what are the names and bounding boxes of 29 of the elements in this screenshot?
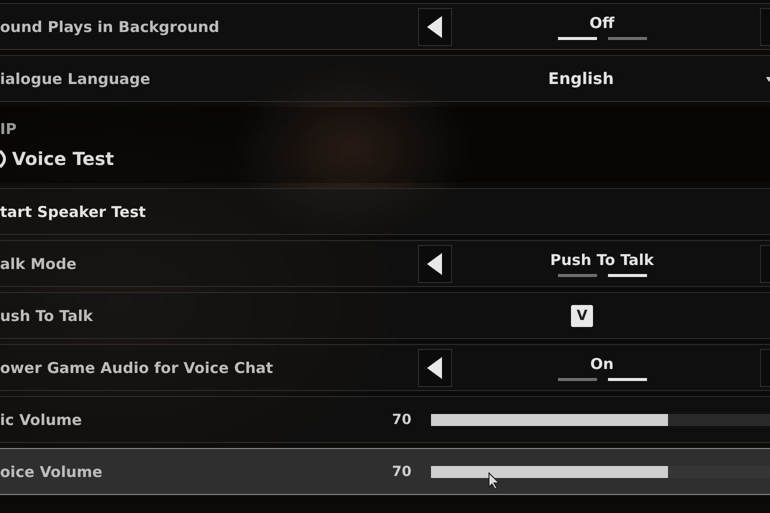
previous-button[interactable] xyxy=(418,244,452,282)
caret-icon xyxy=(766,74,770,82)
slider-track[interactable] xyxy=(431,414,770,426)
setting-label: oice Volume xyxy=(0,462,104,480)
setting-label: ound Plays in Background xyxy=(0,18,220,36)
dropdown-value[interactable]: English xyxy=(548,69,614,88)
left-triangle-icon xyxy=(427,252,443,274)
previous-button[interactable] xyxy=(418,8,452,46)
slider-track[interactable] xyxy=(431,466,770,478)
setting-label: ialogue Language xyxy=(0,70,152,88)
option-value: On xyxy=(590,354,614,372)
option-value: Off xyxy=(590,14,614,32)
setting-label: tart Speaker Test xyxy=(0,202,147,220)
section-title: IP xyxy=(0,120,18,138)
previous-button[interactable] xyxy=(418,348,452,386)
action-row[interactable]: tart Speaker Test xyxy=(0,188,770,235)
setting-label: ic Volume xyxy=(0,410,83,428)
setting-label: ush To Talk xyxy=(0,306,94,324)
key-badge[interactable]: V xyxy=(571,304,593,326)
setting-label: alk Mode xyxy=(0,254,78,272)
slider-value: 70 xyxy=(392,412,412,428)
slider-value: 70 xyxy=(392,464,412,480)
option-value: Push To Talk xyxy=(550,250,654,268)
left-triangle-icon xyxy=(427,356,443,378)
cursor-icon xyxy=(488,472,500,490)
sound-wave-icon xyxy=(0,148,8,170)
setting-label: ower Game Audio for Voice Chat xyxy=(0,358,274,376)
left-triangle-icon xyxy=(427,16,443,38)
section-heading: Voice Test xyxy=(12,148,114,170)
